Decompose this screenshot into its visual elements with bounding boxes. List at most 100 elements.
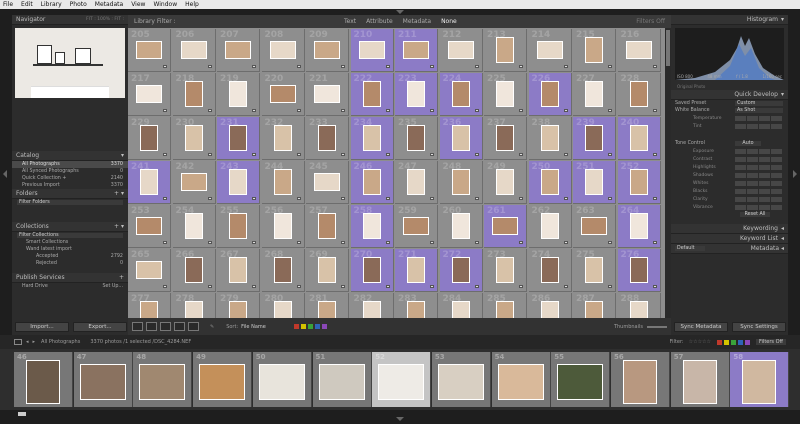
grid-cell[interactable]: 245: [306, 161, 349, 204]
photo-thumbnail[interactable]: [362, 213, 381, 239]
color-label-swatch[interactable]: [314, 324, 320, 329]
color-label-swatch[interactable]: [724, 339, 730, 345]
photo-thumbnail[interactable]: [318, 213, 336, 239]
collection-item[interactable]: Wand latest import: [12, 246, 128, 253]
filmstrip-thumbnail[interactable]: [497, 363, 544, 400]
filters-off-select[interactable]: Filters Off: [636, 18, 665, 25]
grid-cell[interactable]: 264: [617, 205, 661, 248]
folders-header[interactable]: Folders + ▾: [12, 189, 128, 199]
grid-cell[interactable]: 266: [172, 249, 216, 292]
photo-thumbnail[interactable]: [180, 41, 207, 59]
grid-cell[interactable]: 229: [128, 117, 171, 160]
filmstrip-cell[interactable]: 52: [372, 352, 432, 407]
filmstrip-thumbnail[interactable]: [742, 359, 777, 404]
grid-cell[interactable]: 218: [172, 73, 216, 116]
photo-thumbnail[interactable]: [585, 169, 603, 195]
photo-thumbnail[interactable]: [184, 81, 203, 107]
publish-services-header[interactable]: Publish Services +: [12, 273, 128, 283]
grid-cell[interactable]: 271: [395, 249, 438, 292]
photo-thumbnail[interactable]: [407, 257, 425, 283]
photo-thumbnail[interactable]: [496, 37, 514, 63]
photo-thumbnail[interactable]: [273, 125, 292, 151]
grid-view-icon[interactable]: [132, 322, 143, 331]
thumbnail-size-slider[interactable]: [647, 325, 667, 328]
keyword-list-header[interactable]: Keyword List ◂: [671, 234, 788, 244]
color-label-swatch[interactable]: [307, 324, 313, 329]
grid-cell[interactable]: 224: [439, 73, 483, 116]
photo-thumbnail[interactable]: [184, 257, 203, 283]
filmstrip-scroll-thumb[interactable]: [18, 412, 26, 416]
grid-cell[interactable]: 247: [395, 161, 438, 204]
photo-thumbnail[interactable]: [362, 81, 381, 107]
grid-cell[interactable]: 267: [217, 249, 260, 292]
navigator-preview[interactable]: [15, 28, 125, 98]
grid-cell[interactable]: 236: [439, 117, 483, 160]
adjust-buttons[interactable]: [735, 204, 782, 210]
photo-thumbnail[interactable]: [229, 169, 247, 195]
filmstrip-thumbnail[interactable]: [199, 363, 246, 400]
grid-cell[interactable]: 286: [528, 293, 572, 318]
grid-cell[interactable]: 243: [217, 161, 260, 204]
photo-thumbnail[interactable]: [451, 125, 470, 151]
grid-cell[interactable]: 228: [617, 73, 661, 116]
grid-cell[interactable]: 207: [217, 29, 260, 72]
photo-thumbnail[interactable]: [269, 41, 296, 59]
adjust-buttons[interactable]: [735, 196, 782, 202]
collections-filter[interactable]: Filter Collections: [12, 232, 128, 239]
grid-cell[interactable]: 283: [395, 293, 438, 318]
grid-cell[interactable]: 270: [350, 249, 394, 292]
grid-cell[interactable]: 214: [528, 29, 572, 72]
photo-thumbnail[interactable]: [318, 257, 336, 283]
photo-thumbnail[interactable]: [273, 257, 292, 283]
grid-cell[interactable]: 233: [306, 117, 349, 160]
photo-thumbnail[interactable]: [540, 301, 559, 318]
sync-metadata-button[interactable]: Sync Metadata: [674, 322, 728, 332]
photo-thumbnail[interactable]: [273, 169, 292, 195]
metadata-header[interactable]: Default Metadata ◂: [671, 244, 788, 254]
catalog-item[interactable]: Quick Collection +2140: [12, 175, 128, 182]
photo-thumbnail[interactable]: [407, 81, 425, 107]
grid-cell[interactable]: 279: [217, 293, 260, 318]
photo-thumbnail[interactable]: [540, 169, 559, 195]
menu-photo[interactable]: Photo: [70, 1, 87, 8]
filmstrip-thumbnail[interactable]: [623, 359, 657, 404]
catalog-item[interactable]: All Synced Photographs 0: [12, 168, 128, 175]
filmstrip-cell[interactable]: 49: [193, 352, 253, 407]
photo-thumbnail[interactable]: [273, 213, 292, 239]
photo-thumbnail[interactable]: [629, 125, 648, 151]
filter-none[interactable]: None: [441, 18, 457, 25]
grid-scroll-thumb[interactable]: [666, 30, 670, 66]
color-label-swatch[interactable]: [745, 339, 751, 345]
adjust-buttons[interactable]: [735, 180, 782, 186]
grid-cell[interactable]: 219: [217, 73, 260, 116]
filmstrip-thumbnail[interactable]: [437, 363, 484, 400]
source-label[interactable]: All Photographs: [41, 339, 80, 345]
photo-thumbnail[interactable]: [184, 125, 203, 151]
grid-cell[interactable]: 281: [306, 293, 349, 318]
filmstrip-scrollbar[interactable]: [0, 410, 800, 424]
photo-thumbnail[interactable]: [540, 81, 559, 107]
filmstrip-thumbnail[interactable]: [682, 359, 717, 404]
original-photo-toggle[interactable]: Original Photo: [671, 83, 788, 90]
grid-cell[interactable]: 262: [528, 205, 572, 248]
photo-thumbnail[interactable]: [585, 81, 603, 107]
grid-cell[interactable]: 277: [128, 293, 171, 318]
color-label-swatch[interactable]: [717, 339, 723, 345]
filmstrip-cell[interactable]: 48: [133, 352, 193, 407]
photo-thumbnail[interactable]: [629, 257, 648, 283]
adjust-buttons[interactable]: [735, 188, 782, 194]
grid-cell[interactable]: 210: [350, 29, 394, 72]
adjust-buttons[interactable]: [735, 148, 782, 154]
grid-cell[interactable]: 259: [395, 205, 438, 248]
filmstrip-thumbnail[interactable]: [557, 363, 604, 400]
grid-cell[interactable]: 232: [261, 117, 305, 160]
grid-cell[interactable]: 215: [573, 29, 616, 72]
photo-thumbnail[interactable]: [229, 301, 247, 318]
grid-cell[interactable]: 206: [172, 29, 216, 72]
photo-thumbnail[interactable]: [496, 257, 514, 283]
menu-view[interactable]: View: [131, 1, 145, 8]
grid-cell[interactable]: 288: [617, 293, 661, 318]
photo-thumbnail[interactable]: [229, 257, 247, 283]
photo-thumbnail[interactable]: [314, 173, 340, 191]
catalog-item[interactable]: Previous Import 3370: [12, 182, 128, 189]
